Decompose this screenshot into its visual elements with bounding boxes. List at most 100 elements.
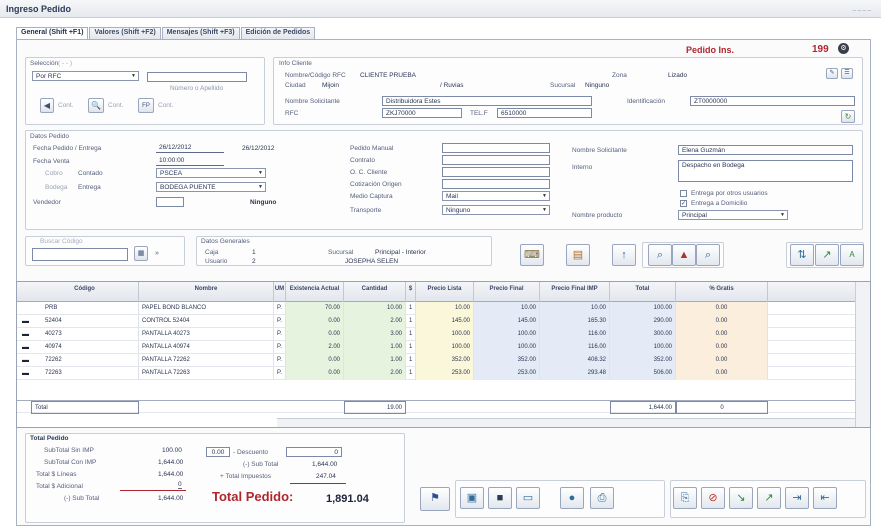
people-icon[interactable]: ● bbox=[560, 487, 584, 509]
window-controls[interactable]: _ _ _ _ bbox=[853, 5, 871, 11]
warning-icon[interactable]: ▲ bbox=[672, 244, 696, 266]
bodega-select[interactable]: BODEGA PUENTE bbox=[156, 182, 266, 192]
cell-pfinal[interactable]: 145.00 bbox=[474, 315, 540, 328]
cell-exist[interactable]: 0.00 bbox=[286, 315, 344, 328]
medio-select[interactable]: Mail bbox=[442, 191, 550, 201]
pedido-manual-input[interactable] bbox=[442, 143, 550, 153]
col-precio-final[interactable]: Precio Final bbox=[474, 282, 540, 302]
search-icon[interactable]: 🔍 bbox=[88, 98, 104, 113]
copy-icon[interactable]: ⎘ bbox=[673, 487, 697, 509]
cliente-rfc-input[interactable]: ZKJ70000 bbox=[382, 108, 462, 118]
arrow-right-icon[interactable]: » bbox=[155, 250, 159, 257]
col-total[interactable]: Total bbox=[610, 282, 676, 302]
cell-code[interactable]: 52404 bbox=[31, 315, 139, 328]
cell-code[interactable]: 72262 bbox=[31, 354, 139, 367]
cell-grat[interactable]: 0.00 bbox=[676, 341, 768, 354]
cell-total[interactable]: 300.00 bbox=[610, 328, 676, 341]
cell-cur[interactable]: 1 bbox=[406, 341, 416, 354]
precios-select[interactable]: Principal bbox=[678, 210, 788, 220]
table-row[interactable]: ▬ 72262 PANTALLA 72262 P. 0.00 1.00 1 352.00 352… bbox=[17, 354, 855, 367]
grid-horizontal-scrollbar[interactable] bbox=[277, 418, 855, 427]
cell-total[interactable]: 352.00 bbox=[610, 354, 676, 367]
cell-name[interactable]: PAPEL BOND BLANCO bbox=[139, 302, 274, 315]
cell-pfinal[interactable]: 253.00 bbox=[474, 367, 540, 380]
oc-input[interactable] bbox=[442, 167, 550, 177]
cell-exist[interactable]: 2.00 bbox=[286, 341, 344, 354]
cell-pimp[interactable]: 408.32 bbox=[540, 354, 610, 367]
table-row[interactable]: ▬ 72263 PANTALLA 72263 P. 0.00 2.00 1 253.00 253… bbox=[17, 367, 855, 380]
fecha-venta-input[interactable]: 10:00:00 bbox=[156, 156, 224, 166]
back-icon[interactable]: ◀ bbox=[40, 98, 54, 113]
calendar-icon[interactable]: ▤ bbox=[566, 244, 590, 266]
cell-pfinal[interactable]: 352.00 bbox=[474, 354, 540, 367]
cell-cur[interactable]: 1 bbox=[406, 354, 416, 367]
total-adicional-value[interactable]: 0 bbox=[178, 481, 182, 489]
save-icon[interactable]: ▭ bbox=[516, 487, 540, 509]
vendedor-input[interactable] bbox=[156, 197, 184, 207]
cell-plist[interactable]: 100.00 bbox=[416, 328, 474, 341]
print-icon[interactable]: ⎙ bbox=[590, 487, 614, 509]
cell-exist[interactable]: 70.00 bbox=[286, 302, 344, 315]
col-cantidad[interactable]: Cantidad bbox=[344, 282, 406, 302]
cell-pimp[interactable]: 116.00 bbox=[540, 341, 610, 354]
find-icon[interactable]: ⌕ bbox=[696, 244, 720, 266]
doc-icon[interactable]: ▣ bbox=[460, 487, 484, 509]
cell-um[interactable]: P. bbox=[274, 315, 286, 328]
flag-icon[interactable]: ⚑ bbox=[420, 487, 450, 511]
cell-qty[interactable]: 2.00 bbox=[344, 367, 406, 380]
cell-code[interactable]: 40273 bbox=[31, 328, 139, 341]
settings-icon[interactable]: ⚙ bbox=[838, 43, 849, 54]
cliente-ident-input[interactable]: ZT0000000 bbox=[690, 96, 855, 106]
cell-pimp[interactable]: 116.00 bbox=[540, 328, 610, 341]
fp-icon[interactable]: FP bbox=[138, 98, 154, 113]
keyboard-icon[interactable]: ⌨ bbox=[520, 244, 544, 266]
trend-icon[interactable]: ↘ bbox=[729, 487, 753, 509]
cell-total[interactable]: 290.00 bbox=[610, 315, 676, 328]
descuento-input[interactable]: 0 bbox=[286, 447, 342, 457]
cell-plist[interactable]: 253.00 bbox=[416, 367, 474, 380]
stop-icon[interactable]: ■ bbox=[488, 487, 512, 509]
tab-valores[interactable]: Valores (Shift +F2) bbox=[89, 27, 161, 39]
cell-grat[interactable]: 0.00 bbox=[676, 328, 768, 341]
cell-grat[interactable]: 0.00 bbox=[676, 367, 768, 380]
refresh-icon[interactable]: ↻ bbox=[841, 110, 855, 123]
search-codigo-input[interactable] bbox=[32, 248, 128, 261]
chart-icon[interactable]: ↗ bbox=[815, 244, 839, 266]
fecha-entrega-value[interactable]: 26/12/2012 bbox=[242, 145, 275, 152]
cell-pfinal[interactable]: 10.00 bbox=[474, 302, 540, 315]
cell-um[interactable]: P. bbox=[274, 367, 286, 380]
cell-name[interactable]: PANTALLA 40273 bbox=[139, 328, 274, 341]
cell-cur[interactable]: 1 bbox=[406, 328, 416, 341]
descuento-pct-input[interactable]: 0.00 bbox=[206, 447, 230, 457]
cell-total[interactable]: 100.00 bbox=[610, 302, 676, 315]
col-precio-final-imp[interactable]: Precio Final IMP bbox=[540, 282, 610, 302]
edit-icon[interactable]: ✎ bbox=[826, 68, 838, 79]
transporte-select[interactable]: Ninguno bbox=[442, 205, 550, 215]
nombre-sol-input[interactable]: Elena Guzmán bbox=[678, 145, 853, 155]
graph-icon[interactable]: ↗ bbox=[757, 487, 781, 509]
cell-total[interactable]: 100.00 bbox=[610, 341, 676, 354]
cell-code[interactable]: 72263 bbox=[31, 367, 139, 380]
zoom-icon[interactable]: ⌕ bbox=[648, 244, 672, 266]
cell-code[interactable]: 40974 bbox=[31, 341, 139, 354]
cell-qty[interactable]: 10.00 bbox=[344, 302, 406, 315]
contrato-input[interactable] bbox=[442, 155, 550, 165]
close-icon[interactable]: ⇤ bbox=[813, 487, 837, 509]
cell-plist[interactable]: 352.00 bbox=[416, 354, 474, 367]
cell-um[interactable]: P. bbox=[274, 354, 286, 367]
fecha-pedido-input[interactable]: 26/12/2012 bbox=[156, 143, 224, 153]
cell-name[interactable]: PANTALLA 72263 bbox=[139, 367, 274, 380]
cell-exist[interactable]: 0.00 bbox=[286, 354, 344, 367]
up-icon[interactable]: ↑ bbox=[612, 244, 636, 266]
cell-cur[interactable]: 1 bbox=[406, 367, 416, 380]
cell-cur[interactable]: 1 bbox=[406, 315, 416, 328]
table-row[interactable]: PRB PAPEL BOND BLANCO P. 70.00 10.00 1 10.00 10… bbox=[17, 302, 855, 315]
grid-vertical-scrollbar[interactable] bbox=[855, 282, 870, 427]
cell-plist[interactable]: 10.00 bbox=[416, 302, 474, 315]
cell-pimp[interactable]: 293.48 bbox=[540, 367, 610, 380]
cell-um[interactable]: P. bbox=[274, 328, 286, 341]
col-precio-lista[interactable]: Precio Lista bbox=[416, 282, 474, 302]
cell-pfinal[interactable]: 100.00 bbox=[474, 341, 540, 354]
cell-cur[interactable]: 1 bbox=[406, 302, 416, 315]
col-existencia[interactable]: Existencia Actual bbox=[286, 282, 344, 302]
